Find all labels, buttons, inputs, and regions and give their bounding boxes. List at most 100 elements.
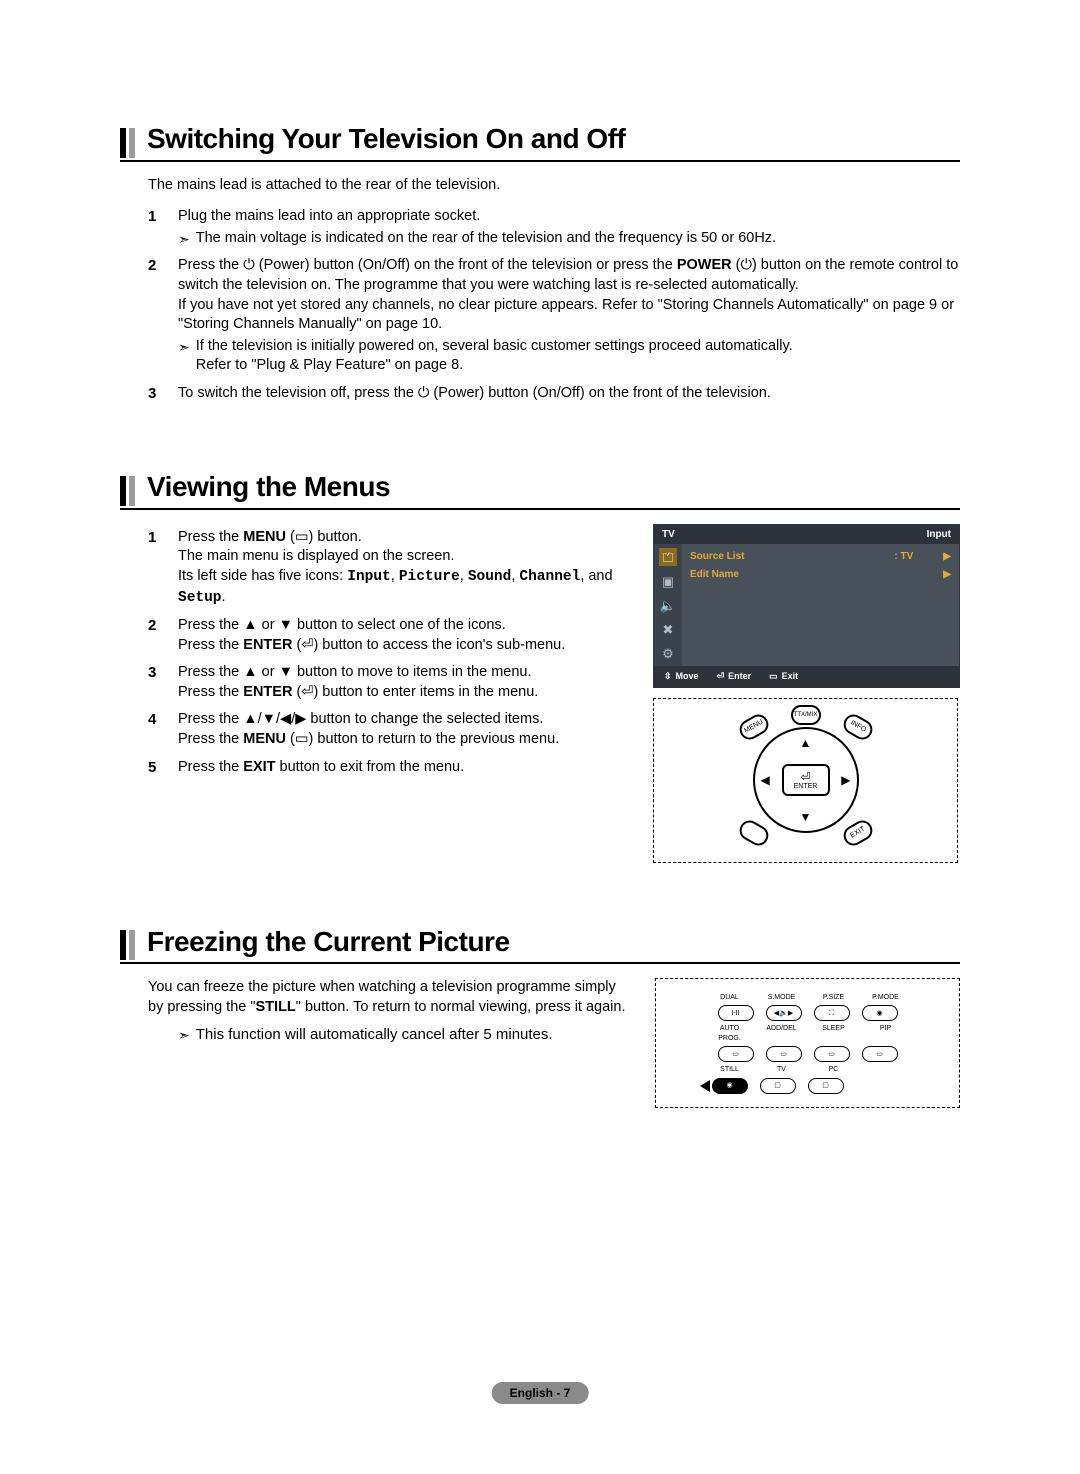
freeze-paragraph: You can freeze the picture when watching… xyxy=(148,978,635,1017)
pointer-icon xyxy=(700,1080,710,1092)
osd-tv-label: TV xyxy=(662,528,675,542)
enter-icon: ⏎ xyxy=(301,684,313,700)
autoprog-button: ▭ xyxy=(718,1046,754,1062)
note-arrow-icon: ➣ xyxy=(178,338,190,377)
note-arrow-icon: ➣ xyxy=(178,1026,190,1046)
heading-bars-icon xyxy=(120,128,135,158)
step-number: 1 xyxy=(148,524,178,612)
step-number: 5 xyxy=(148,754,178,782)
setup-icon: ⚙ xyxy=(659,644,677,662)
btn-label: S.MODE xyxy=(762,993,802,1002)
btn-label: TV xyxy=(762,1065,802,1074)
adddel-button: ▭ xyxy=(766,1046,802,1062)
smode-button: ◀🔈▶ xyxy=(766,1005,802,1021)
step-number: 1 xyxy=(148,203,178,252)
ttx-button: TTX/MIX xyxy=(791,705,821,725)
heading-bars-icon xyxy=(120,476,135,506)
chevron-right-icon: ▶ xyxy=(943,568,951,582)
pc-button: ▢ xyxy=(808,1078,844,1094)
section-title: Freezing the Current Picture xyxy=(147,923,510,961)
btn-label: DUAL xyxy=(710,993,750,1002)
note-text: The main voltage is indicated on the rea… xyxy=(196,229,776,249)
remote-dpad-illustration: TTX/MIX MENU INFO EXIT ▲ ▼ ◀ ▶ ENTER xyxy=(653,698,958,863)
osd-screenshot: TV Input ⏍ ▣ 🔈 ✖ ⚙ Source xyxy=(653,524,960,688)
section-switching: Switching Your Television On and Off The… xyxy=(120,120,960,408)
step-number: 2 xyxy=(148,612,178,659)
picture-icon: ▣ xyxy=(659,572,677,590)
btn-label: AUTO PROG. xyxy=(710,1024,750,1043)
power-icon: ⏻ xyxy=(740,257,751,273)
step-1: 1 Press the MENU (▭) button. The main me… xyxy=(148,524,633,612)
pmode-button: ◉ xyxy=(862,1005,898,1021)
power-icon: ⏻ xyxy=(243,257,254,273)
down-arrow-icon: ▼ xyxy=(800,809,812,825)
step-5: 5 Press the EXIT button to exit from the… xyxy=(148,754,633,782)
step-2: 2 Press the ▲ or ▼ button to select one … xyxy=(148,612,633,659)
illustration-column: TV Input ⏍ ▣ 🔈 ✖ ⚙ Source xyxy=(653,524,960,863)
step-1: 1 Plug the mains lead into an appropriat… xyxy=(148,203,960,252)
info-button: INFO xyxy=(840,711,876,743)
btn-label: P.MODE xyxy=(866,993,906,1002)
step-body: To switch the television off, press the … xyxy=(178,380,960,408)
enter-button: ENTER xyxy=(782,764,830,796)
section-title: Viewing the Menus xyxy=(147,468,390,506)
step-4: 4 Press the ▲/▼/◀/▶ button to change the… xyxy=(148,706,633,753)
menu-icon: ▭ xyxy=(295,529,309,545)
power-icon: ⏻ xyxy=(418,385,429,401)
step-3: 3 To switch the television off, press th… xyxy=(148,380,960,408)
up-arrow-icon: ▲ xyxy=(800,735,812,751)
btn-label: P.SIZE xyxy=(814,993,854,1002)
step-body: Plug the mains lead into an appropriate … xyxy=(178,203,960,252)
chevron-right-icon: ▶ xyxy=(943,550,951,564)
tv-button: ▢ xyxy=(760,1078,796,1094)
remote-buttons-illustration: DUAL S.MODE P.SIZE P.MODE I-II ◀🔈▶ ⛶ ◉ A… xyxy=(655,978,960,1108)
step-number: 3 xyxy=(148,659,178,706)
sleep-button: ▭ xyxy=(814,1046,850,1062)
step-body: Press the ▲/▼/◀/▶ button to change the s… xyxy=(178,706,633,753)
note-text: This function will automatically cancel … xyxy=(196,1025,553,1045)
step-body: Press the ▲ or ▼ button to select one of… xyxy=(178,612,633,659)
sound-icon: 🔈 xyxy=(659,596,677,614)
section-freezing: Freezing the Current Picture You can fre… xyxy=(120,923,960,1109)
step-body: Press the EXIT button to exit from the m… xyxy=(178,754,633,782)
btn-label: ADD/DEL xyxy=(762,1024,802,1043)
note-arrow-icon: ➣ xyxy=(178,230,190,250)
pip-button: ▭ xyxy=(862,1046,898,1062)
btn-label: PIP xyxy=(866,1024,906,1043)
step-2: 2 Press the ⏻ (Power) button (On/Off) on… xyxy=(148,252,960,379)
menu-icon: ▭ xyxy=(295,731,309,747)
step-3: 3 Press the ▲ or ▼ button to move to ite… xyxy=(148,659,633,706)
page-number: English - 7 xyxy=(492,1382,589,1404)
still-button: ◉ xyxy=(712,1078,748,1094)
osd-row-source-list: Source List : TV▶ xyxy=(690,548,951,566)
enter-icon: ⏎ xyxy=(717,670,725,682)
note-text: If the television is initially powered o… xyxy=(196,338,793,354)
heading-bars-icon xyxy=(120,930,135,960)
menu-icon: ▭ xyxy=(769,670,778,682)
osd-row-edit-name: Edit Name ▶ xyxy=(690,566,951,584)
page-footer: English - 7 xyxy=(492,1382,589,1404)
updown-icon: ⇳ xyxy=(664,670,672,682)
intro-text: The mains lead is attached to the rear o… xyxy=(148,176,960,196)
osd-icon-column: ⏍ ▣ 🔈 ✖ ⚙ xyxy=(654,544,682,666)
osd-title: Input xyxy=(927,528,951,542)
right-arrow-icon: ▶ xyxy=(841,772,850,788)
btn-label: STILL xyxy=(710,1065,750,1074)
note-text: Refer to "Plug & Play Feature" on page 8… xyxy=(196,357,463,373)
enter-icon: ⏎ xyxy=(301,637,313,653)
osd-footer: ⇳ Move ⏎ Enter ▭ Exit xyxy=(654,666,959,686)
dual-button: I-II xyxy=(718,1005,754,1021)
manual-page: Switching Your Television On and Off The… xyxy=(0,0,1080,1474)
remote-button xyxy=(736,817,772,849)
step-body: Press the ⏻ (Power) button (On/Off) on t… xyxy=(178,252,960,379)
exit-button: EXIT xyxy=(840,817,876,849)
btn-label: SLEEP xyxy=(814,1024,854,1043)
step-number: 3 xyxy=(148,380,178,408)
section-menus: Viewing the Menus 1 Press the MENU (▭) b… xyxy=(120,468,960,862)
channel-icon: ✖ xyxy=(659,620,677,638)
section-heading: Switching Your Television On and Off xyxy=(120,120,960,162)
section-heading: Freezing the Current Picture xyxy=(120,923,960,965)
left-arrow-icon: ◀ xyxy=(761,772,770,788)
step-number: 2 xyxy=(148,252,178,379)
step-number: 4 xyxy=(148,706,178,753)
